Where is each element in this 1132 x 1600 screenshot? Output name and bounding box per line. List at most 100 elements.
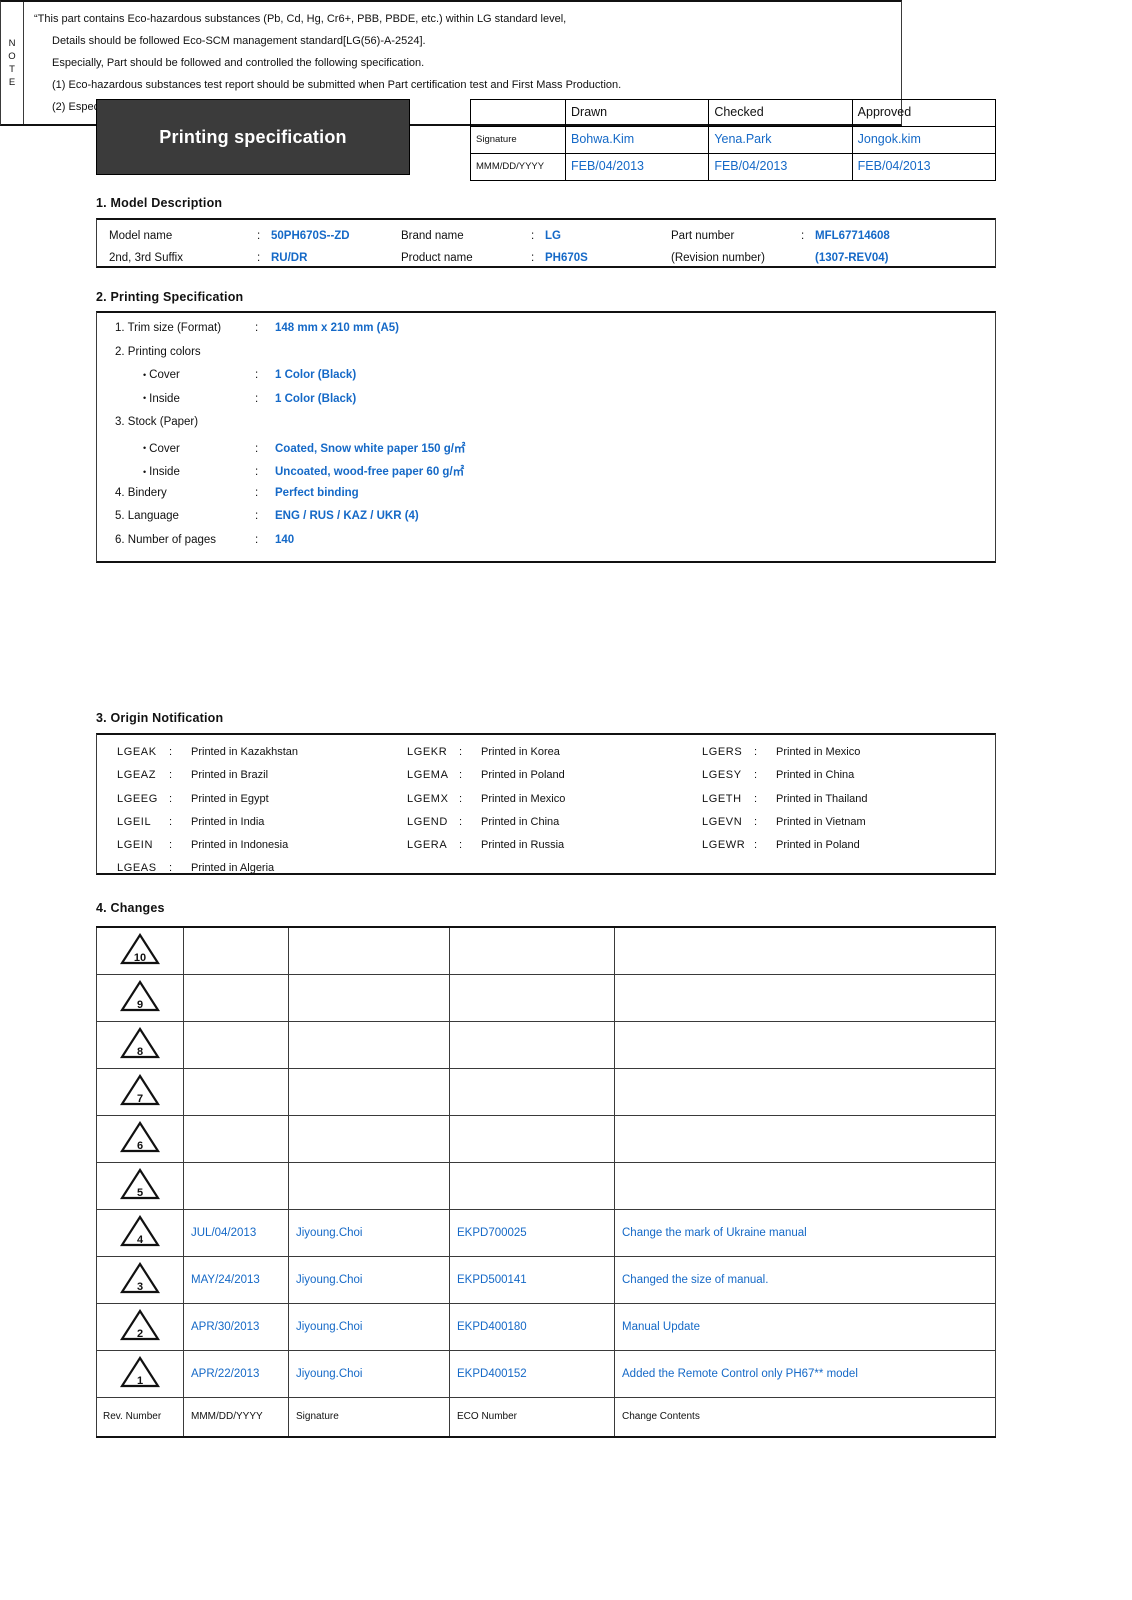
origin-place: Printed in Brazil [191, 769, 269, 782]
brand-name-value: LG [545, 230, 561, 242]
spec-key-text: Cover [149, 442, 180, 455]
approval-date-row: MMM/DD/YYYY FEB/04/2013 FEB/04/2013 FEB/… [470, 153, 997, 181]
change-signature: Jiyoung.Choi [288, 1255, 450, 1304]
change-eco-number: EKPD400180 [449, 1302, 615, 1351]
spec-line: 3. Stock (Paper) [115, 416, 995, 440]
origin-place: Printed in Russia [481, 839, 565, 852]
origin-place: Printed in China [481, 815, 560, 828]
warning-triangle-icon: 6 [120, 1121, 160, 1153]
revision-number: 1 [136, 1375, 144, 1387]
table-row: 5 [96, 1161, 996, 1210]
change-contents [614, 1114, 996, 1163]
origin-entry: LGERS: Printed in Mexico [702, 741, 995, 764]
footer-rev-number-label: Rev. Number [96, 1396, 184, 1438]
spec-line: • Cover: Coated, Snow white paper 150 g/㎡ [115, 440, 995, 464]
origin-place: Printed in Korea [481, 746, 560, 758]
signature-drawn: Bohwa.Kim [564, 126, 710, 154]
origin-entry: LGEKR: Printed in Korea [407, 741, 702, 764]
origin-entry: LGEAZ: Printed in Brazil [117, 764, 407, 787]
approval-corner-cell [470, 99, 566, 127]
date-approved: FEB/04/2013 [851, 153, 997, 181]
change-signature [288, 1067, 450, 1116]
origin-code: LGEMX [407, 792, 449, 805]
approval-row-label-date: MMM/DD/YYYY [470, 153, 566, 181]
origin-place: Printed in Algeria [191, 862, 275, 875]
change-signature [288, 1114, 450, 1163]
revision-number-colon [801, 247, 815, 269]
origin-colon: : [169, 792, 173, 805]
origin-colon: : [169, 746, 173, 758]
origin-colon: : [169, 862, 173, 875]
model-name-label: Model name [109, 230, 173, 242]
spec-value: ENG / RUS / KAZ / UKR (4) [275, 510, 419, 522]
origin-code [407, 857, 459, 880]
spec-line: 6. Number of pages: 140 [115, 534, 995, 558]
change-contents [614, 1161, 996, 1210]
table-row: 7 [96, 1067, 996, 1116]
origin-colon: : [754, 769, 758, 782]
origin-place: Printed in Thailand [776, 792, 868, 805]
change-eco-number [449, 973, 615, 1022]
change-eco-number [449, 1161, 615, 1210]
revision-number: 5 [136, 1187, 144, 1199]
spec-key: 6. Number of pages [115, 533, 217, 546]
revision-cell: 4 [96, 1208, 184, 1257]
origin-colon: : [754, 839, 758, 852]
origin-colon: : [169, 769, 173, 782]
warning-triangle-icon: 3 [120, 1262, 160, 1294]
origin-place: Printed in India [191, 815, 265, 828]
part-number-value: MFL67714608 [815, 230, 890, 242]
change-eco-number [449, 1020, 615, 1069]
change-eco-number: EKPD400152 [449, 1349, 615, 1398]
change-signature [288, 1161, 450, 1210]
change-signature: Jiyoung.Choi [288, 1208, 450, 1257]
approval-row-label-signature: Signature [470, 126, 566, 154]
spec-colon: : [255, 510, 259, 522]
origin-code: LGEAS [117, 862, 157, 875]
revision-number: 9 [136, 999, 144, 1011]
change-contents: Manual Update [614, 1302, 996, 1351]
part-number-label: Part number [671, 230, 735, 242]
origin-colon: : [459, 792, 463, 805]
origin-place: Printed in Poland [776, 839, 860, 852]
change-contents: Added the Remote Control only PH67** mod… [614, 1349, 996, 1398]
model-description-grid: Model name : 50PH670S--ZD Brand name : L… [97, 220, 995, 269]
section-heading-model-description: 1. Model Description [96, 196, 223, 210]
revision-cell: 6 [96, 1114, 184, 1163]
approval-col-approved: Approved [851, 99, 997, 127]
spec-key: 2. Printing colors [115, 345, 201, 358]
note-line: “This part contains Eco-hazardous substa… [34, 13, 567, 25]
revision-cell: 2 [96, 1302, 184, 1351]
origin-place: Printed in Kazakhstan [191, 746, 299, 758]
section-heading-changes: 4. Changes [96, 901, 165, 915]
change-date [183, 1114, 289, 1163]
revision-number: 7 [136, 1093, 144, 1105]
spec-value: Coated, Snow white paper 150 g/㎡ [275, 442, 466, 455]
spec-colon: : [255, 533, 259, 546]
brand-name-label: Brand name [401, 230, 464, 242]
spec-key-text: Inside [149, 466, 180, 478]
page-title-block: Printing specification [96, 99, 410, 175]
changes-table: 10 9 8 7 6 5 4 JUL/04/2013 Jiyoung.Choi EKPD70002… [96, 926, 996, 1438]
spec-value: 1 Color (Black) [275, 369, 357, 381]
spec-colon: : [255, 466, 259, 478]
footer-date-label: MMM/DD/YYYY [183, 1396, 289, 1438]
origin-place: Printed in Mexico [481, 792, 566, 805]
table-row: 3 MAY/24/2013 Jiyoung.Choi EKPD500141 Change… [96, 1255, 996, 1304]
printing-specification-list: 1. Trim size (Format): 148 mm x 210 mm (A… [97, 313, 995, 557]
spec-value: 1 Color (Black) [275, 392, 357, 405]
approval-col-drawn: Drawn [564, 99, 710, 127]
note-line: Details should be followed Eco-SCM manag… [52, 35, 426, 47]
page-title: Printing specification [159, 126, 347, 147]
date-drawn: FEB/04/2013 [564, 153, 710, 181]
spec-key: 5. Language [115, 510, 179, 522]
spec-line: • Inside: 1 Color (Black) [115, 393, 995, 417]
origin-code: LGEMA [407, 769, 449, 782]
table-row: 2 APR/30/2013 Jiyoung.Choi EKPD400180 Manual… [96, 1302, 996, 1351]
origin-colon: : [169, 839, 173, 852]
spec-line: 4. Bindery: Perfect binding [115, 487, 995, 511]
change-contents [614, 973, 996, 1022]
spec-key: 4. Bindery [115, 486, 167, 499]
spec-line: 1. Trim size (Format): 148 mm x 210 mm (A… [115, 322, 995, 346]
origin-place: Printed in Mexico [776, 746, 861, 758]
